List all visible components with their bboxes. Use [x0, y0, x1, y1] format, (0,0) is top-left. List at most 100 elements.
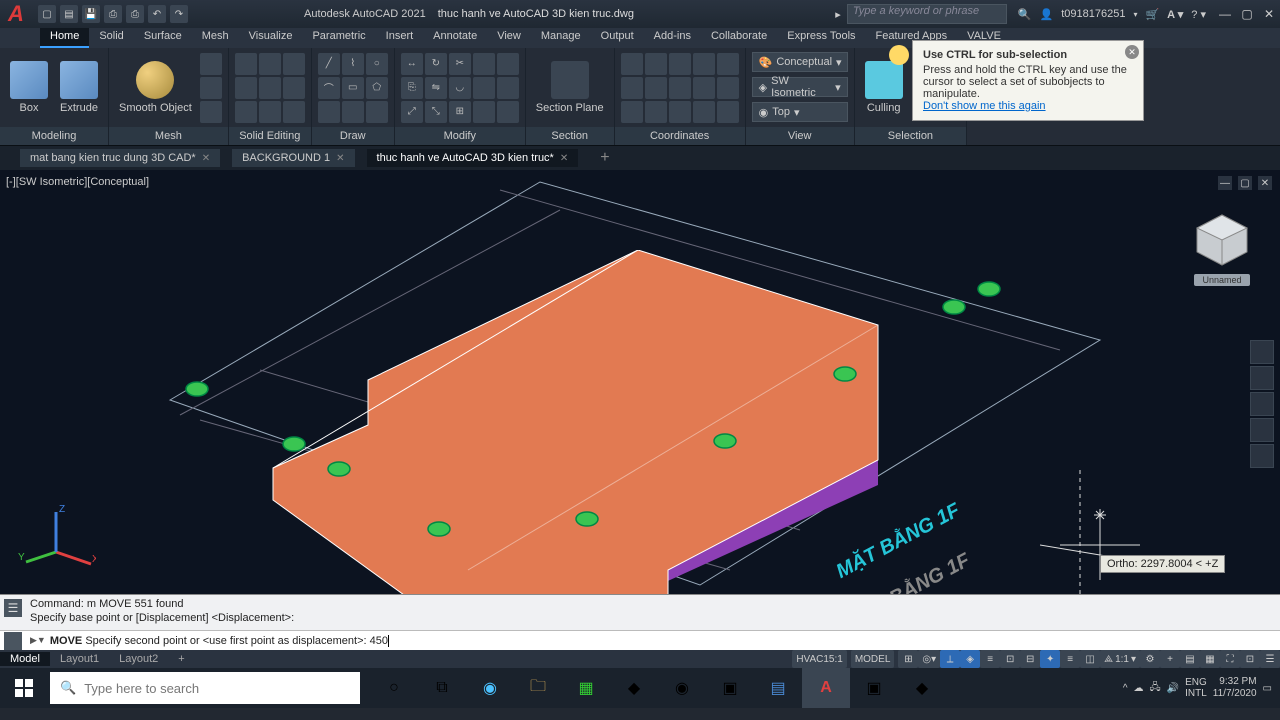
app-icon-3[interactable]: ▣	[850, 668, 898, 708]
qat-plot-icon[interactable]: ⎙	[126, 5, 144, 23]
tab-parametric[interactable]: Parametric	[302, 28, 375, 48]
mod-mirror[interactable]: ⇋	[425, 77, 447, 99]
nav-zoom-icon[interactable]	[1250, 392, 1274, 416]
app-store-icon[interactable]: A ▾	[1167, 8, 1183, 21]
tab-addins[interactable]: Add-ins	[644, 28, 701, 48]
tab-mesh[interactable]: Mesh	[192, 28, 239, 48]
close-button[interactable]: ✕	[1258, 3, 1280, 25]
status-scale[interactable]: HVAC15:1	[792, 650, 847, 668]
layout-tab-1[interactable]: Layout1	[50, 652, 109, 666]
tab-collaborate[interactable]: Collaborate	[701, 28, 777, 48]
status-polar-icon[interactable]: ◈	[960, 650, 980, 668]
panel-modeling[interactable]: Modeling	[0, 127, 108, 145]
culling-tool[interactable]: Culling	[861, 59, 907, 116]
autocad-taskbar-icon[interactable]: A	[802, 668, 850, 708]
qat-open-icon[interactable]: ▤	[60, 5, 78, 23]
cmd-input-icon[interactable]	[4, 632, 22, 650]
mod-14[interactable]	[473, 101, 495, 123]
status-3dosnap-icon[interactable]: ⊟	[1020, 650, 1040, 668]
status-lwt-icon[interactable]: ≡	[1060, 650, 1080, 668]
status-custom-icon[interactable]: ▦	[1200, 650, 1220, 668]
draw-circle[interactable]: ○	[366, 53, 388, 75]
cmd-history-icon[interactable]: ☰	[4, 599, 22, 617]
tab-output[interactable]: Output	[591, 28, 644, 48]
layout-tab-model[interactable]: Model	[0, 652, 50, 666]
panel-view[interactable]: View	[746, 127, 854, 145]
doc-tab-1[interactable]: BACKGROUND 1✕	[232, 149, 354, 167]
co-15[interactable]	[717, 101, 739, 123]
command-history[interactable]: ☰ Command: m MOVE 551 found Specify base…	[0, 595, 1280, 630]
nav-pan-icon[interactable]	[1250, 366, 1274, 390]
qat-redo-icon[interactable]: ↷	[170, 5, 188, 23]
panel-solidediting[interactable]: Solid Editing	[229, 127, 311, 145]
mod-15[interactable]	[497, 101, 519, 123]
panel-selection[interactable]: Selection	[855, 127, 967, 145]
start-button[interactable]	[0, 668, 48, 708]
qat-saveas-icon[interactable]: ⎙	[104, 5, 122, 23]
app-icon-4[interactable]: ◆	[898, 668, 946, 708]
chrome-icon[interactable]: ◉	[658, 668, 706, 708]
qat-undo-icon[interactable]: ↶	[148, 5, 166, 23]
tray-vol-icon[interactable]: 🔊	[1167, 683, 1179, 694]
panel-coordinates[interactable]: Coordinates	[615, 127, 745, 145]
tray-clock[interactable]: 9:32 PM11/7/2020	[1213, 676, 1257, 700]
draw-arc[interactable]: ⌒	[318, 77, 340, 99]
tray-notif-icon[interactable]: ▭	[1263, 683, 1272, 694]
tab-express[interactable]: Express Tools	[777, 28, 865, 48]
mod-4[interactable]	[473, 53, 495, 75]
panel-section[interactable]: Section	[526, 127, 614, 145]
view-direction-dropdown[interactable]: ◈ SW Isometric ▾	[752, 77, 848, 97]
co-2[interactable]	[645, 53, 667, 75]
help-search-input[interactable]: Type a keyword or phrase	[847, 4, 1007, 24]
co-11[interactable]	[621, 101, 643, 123]
app-icon-1[interactable]: ◆	[610, 668, 658, 708]
drawing-viewport[interactable]: [-][SW Isometric][Conceptual] — ▢ ✕ MẶT …	[0, 170, 1280, 594]
se-7[interactable]	[235, 101, 257, 123]
co-5[interactable]	[717, 53, 739, 75]
viewcube-label[interactable]: Unnamed	[1194, 274, 1249, 286]
mesh-tool-2[interactable]	[200, 77, 222, 99]
close-tab-icon[interactable]: ✕	[202, 153, 210, 164]
tab-solid[interactable]: Solid	[89, 28, 133, 48]
tray-net-icon[interactable]: 🖧	[1150, 680, 1161, 697]
status-dyn-icon[interactable]: ✦	[1040, 650, 1060, 668]
maximize-button[interactable]: ▢	[1236, 3, 1258, 25]
status-plus-icon[interactable]: +	[1160, 650, 1180, 668]
tray-cloud-icon[interactable]: ☁	[1134, 683, 1144, 694]
mod-10[interactable]	[497, 77, 519, 99]
close-tab-icon[interactable]: ✕	[560, 153, 568, 164]
layout-add-button[interactable]: +	[168, 652, 194, 666]
mod-stretch[interactable]: ⤢	[401, 101, 423, 123]
tray-lang[interactable]: ENGINTL	[1185, 677, 1207, 699]
viewcube[interactable]: Unnamed	[1182, 210, 1262, 310]
user-icon[interactable]: 👤	[1040, 8, 1054, 21]
doc-tab-2[interactable]: thuc hanh ve AutoCAD 3D kien truc*✕	[367, 149, 579, 167]
box-tool[interactable]: Box	[6, 59, 52, 116]
extrude-tool[interactable]: Extrude	[56, 59, 102, 116]
tab-surface[interactable]: Surface	[134, 28, 192, 48]
co-14[interactable]	[693, 101, 715, 123]
cart-icon[interactable]: 🛒	[1145, 8, 1159, 21]
taskview-icon[interactable]: ⧉	[418, 668, 466, 708]
status-space[interactable]: MODEL	[851, 650, 895, 668]
edge-icon[interactable]: ◉	[466, 668, 514, 708]
qat-new-icon[interactable]: ▢	[38, 5, 56, 23]
status-ortho-icon[interactable]: ⟂	[940, 650, 960, 668]
qat-save-icon[interactable]: 💾	[82, 5, 100, 23]
se-1[interactable]	[235, 53, 257, 75]
co-7[interactable]	[645, 77, 667, 99]
mod-copy[interactable]: ⎘	[401, 77, 423, 99]
co-13[interactable]	[669, 101, 691, 123]
draw-line[interactable]: ╱	[318, 53, 340, 75]
status-osnap-icon[interactable]: ⊡	[1000, 650, 1020, 668]
vp-close-button[interactable]: ✕	[1258, 176, 1272, 190]
mod-rotate[interactable]: ↻	[425, 53, 447, 75]
status-gear-icon[interactable]: ⚙	[1140, 650, 1160, 668]
mod-scale[interactable]: ⤡	[425, 101, 447, 123]
se-6[interactable]	[283, 77, 305, 99]
draw-pline[interactable]: ⌇	[342, 53, 364, 75]
se-3[interactable]	[283, 53, 305, 75]
co-8[interactable]	[669, 77, 691, 99]
section-tool[interactable]: Section Plane	[532, 59, 608, 116]
excel-icon[interactable]: ▦	[562, 668, 610, 708]
